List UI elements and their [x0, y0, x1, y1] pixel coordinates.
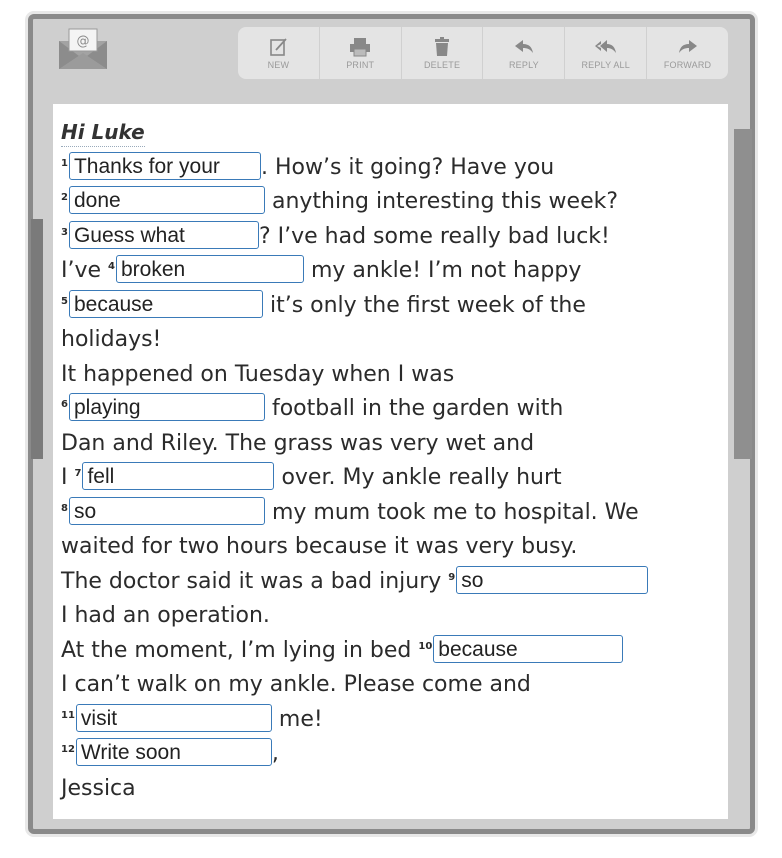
text-segment: ,: [271, 741, 279, 766]
print-icon: [350, 37, 371, 56]
answer-box-12[interactable]: Write soon: [75, 738, 272, 766]
email-body: Hi Luke 1 Thanks for your. How’s it going…: [53, 104, 728, 819]
text-segment: waited for two hours because it was very…: [61, 534, 578, 559]
gap-number: 3: [61, 226, 68, 238]
email-window: @ NEW PRINT DELETE REPLY REPLY ALL FORWA…: [28, 14, 755, 834]
answer-box-2[interactable]: done: [68, 186, 265, 214]
text-segment: over. My ankle really hurt: [274, 465, 562, 490]
text-segment: The doctor said it was a bad injury: [61, 568, 449, 594]
gap-number: 8: [61, 502, 68, 514]
gap-number: 2: [61, 192, 68, 203]
print-button[interactable]: PRINT: [320, 27, 402, 79]
text-segment: my mum took me to hospital. We: [264, 499, 639, 525]
text-segment: At the moment, I’m lying in bed: [61, 637, 419, 663]
answer-box-5[interactable]: because: [68, 289, 263, 318]
text-segment: ? I’ve had some really bad luck!: [258, 223, 610, 249]
delete-button[interactable]: DELETE: [402, 27, 484, 79]
reply-button[interactable]: REPLY: [483, 27, 566, 79]
text-segment: I: [61, 465, 75, 490]
answer-box-10[interactable]: because: [433, 634, 624, 663]
gap-number: 12: [61, 744, 75, 755]
reply-all-label: REPLY ALL: [581, 59, 630, 70]
answer-box-11[interactable]: visit: [75, 703, 272, 732]
answer-box-8[interactable]: so: [68, 496, 265, 525]
text-segment: I had an operation.: [61, 603, 270, 628]
new-button[interactable]: NEW: [238, 27, 320, 79]
gap-number: 11: [61, 709, 75, 721]
text-segment: my ankle! I’m not happy: [304, 258, 582, 283]
reply-all-button[interactable]: REPLY ALL: [565, 27, 648, 79]
text-segment: me!: [271, 706, 323, 732]
new-label: NEW: [267, 59, 290, 70]
forward-button[interactable]: FORWARD: [647, 27, 728, 79]
side-strip: [31, 219, 43, 459]
text-segment: I’ve: [61, 258, 109, 283]
text-segment: football in the garden with: [264, 396, 564, 421]
mail-icon: @: [55, 27, 111, 71]
gap-number: 6: [61, 399, 68, 410]
text-segment: anything interesting this week?: [264, 189, 619, 214]
delete-icon: [435, 36, 450, 56]
email-toolbar: NEW PRINT DELETE REPLY REPLY ALL FORWARD: [238, 27, 728, 79]
greeting: Hi Luke: [61, 118, 145, 147]
text-segment: it’s only the first week of the: [262, 292, 586, 318]
answer-box-3[interactable]: Guess what: [68, 220, 259, 249]
text-segment: It happened on Tuesday when I was: [61, 361, 455, 387]
answer-box-9[interactable]: so: [456, 565, 649, 594]
gap-number: 1: [61, 157, 68, 169]
reply-label: REPLY: [508, 59, 539, 70]
gap-number: 5: [61, 295, 68, 307]
text-segment: I can’t walk on my ankle. Please come an…: [61, 672, 531, 697]
answer-box-4[interactable]: broken: [116, 255, 304, 283]
text-segment: . How’s it going? Have you: [260, 154, 555, 180]
gap-number: 4: [108, 261, 115, 272]
forward-label: FORWARD: [663, 59, 712, 70]
reply-icon: [514, 39, 533, 53]
reply-all-icon: [594, 39, 616, 53]
scrollbar[interactable]: [734, 129, 752, 459]
text-segment: Dan and Riley. The grass was very wet an…: [61, 430, 535, 456]
new-icon: [270, 37, 288, 56]
letter-text: Hi Luke 1 Thanks for your. How’s it going…: [61, 116, 720, 806]
signature: Jessica: [61, 775, 136, 801]
gap-number: 10: [418, 640, 433, 652]
print-label: PRINT: [346, 59, 375, 70]
delete-label: DELETE: [423, 59, 461, 70]
answer-box-7[interactable]: fell: [82, 462, 275, 490]
svg-text:@: @: [77, 34, 90, 49]
gap-number: 9: [448, 571, 456, 583]
forward-icon: [678, 39, 697, 53]
answer-box-6[interactable]: playing: [68, 393, 265, 421]
text-segment: holidays!: [61, 327, 162, 352]
gap-number: 7: [74, 468, 82, 479]
answer-box-1[interactable]: Thanks for your: [68, 151, 261, 180]
